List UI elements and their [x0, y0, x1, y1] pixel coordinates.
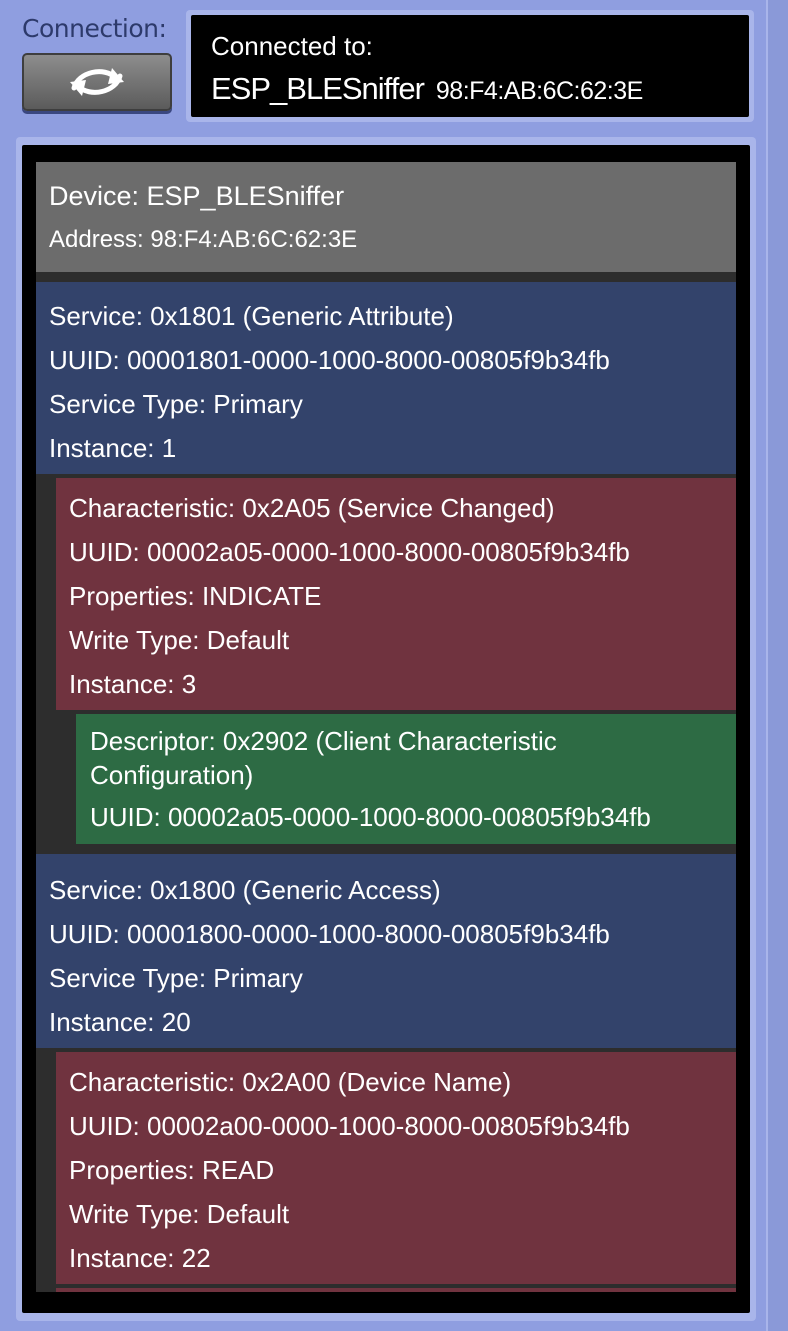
service-type: Service Type: Primary — [49, 963, 303, 993]
characteristic-instance: Instance: 3 — [69, 669, 197, 699]
characteristic-title: Characteristic: 0x2A05 (Service Changed) — [69, 493, 555, 523]
device-address: Address: 98:F4:AB:6C:62:3E — [49, 226, 358, 253]
gatt-list-panel: Device: ESP_BLESniffer Address: 98:F4:AB… — [22, 145, 750, 1313]
connected-device: ESP_BLESniffer 98:F4:AB:6C:62:3E — [211, 71, 643, 107]
service-entry[interactable]: Service: 0x1801 (Generic Attribute) UUID… — [36, 282, 736, 474]
connection-status-title: Connected to: — [211, 31, 373, 61]
descriptor-uuid: UUID: 00002a05-0000-1000-8000-00805f9b34… — [90, 802, 651, 832]
connected-device-name: ESP_BLESniffer — [211, 71, 425, 106]
connected-device-address: 98:F4:AB:6C:62:3E — [435, 77, 643, 105]
characteristic-properties: Properties: READ — [69, 1155, 275, 1185]
service-instance: Instance: 20 — [49, 1007, 191, 1037]
connection-label: Connection: — [22, 14, 167, 43]
characteristic-uuid: UUID: 00002a00-0000-1000-8000-00805f9b34… — [69, 1111, 630, 1141]
service-title: Service: 0x1800 (Generic Access) — [49, 875, 441, 905]
service-type: Service Type: Primary — [49, 389, 303, 419]
service-entry[interactable]: Service: 0x1800 (Generic Access) UUID: 0… — [36, 854, 736, 1048]
device-entry[interactable]: Device: ESP_BLESniffer Address: 98:F4:AB… — [36, 162, 736, 272]
characteristic-uuid: UUID: 00002a05-0000-1000-8000-00805f9b34… — [69, 537, 630, 567]
reconnect-button[interactable] — [22, 53, 172, 111]
connection-status-frame: Connected to: ESP_BLESniffer 98:F4:AB:6C:… — [186, 10, 754, 122]
gatt-list-frame: Device: ESP_BLESniffer Address: 98:F4:AB… — [16, 137, 756, 1321]
device-name: Device: ESP_BLESniffer — [49, 181, 345, 211]
characteristic-write-type: Write Type: Default — [69, 625, 290, 655]
gatt-list[interactable]: Device: ESP_BLESniffer Address: 98:F4:AB… — [36, 162, 736, 1292]
service-uuid: UUID: 00001800-0000-1000-8000-00805f9b34… — [49, 919, 610, 949]
characteristic-properties: Properties: INDICATE — [69, 581, 322, 611]
characteristic-write-type: Write Type: Default — [69, 1199, 290, 1229]
characteristic-entry[interactable]: Characteristic: 0x2A00 (Device Name) UUI… — [56, 1052, 736, 1284]
characteristic-title: Characteristic: 0x2A00 (Device Name) — [69, 1067, 512, 1097]
characteristic-instance: Instance: 22 — [69, 1243, 211, 1273]
connection-status-panel: Connected to: ESP_BLESniffer 98:F4:AB:6C:… — [191, 15, 749, 117]
service-uuid: UUID: 00001801-0000-1000-8000-00805f9b34… — [49, 345, 610, 375]
characteristic-entry-partial[interactable] — [56, 1288, 736, 1292]
descriptor-entry[interactable]: Descriptor: 0x2902 (Client Characteristi… — [76, 714, 736, 844]
window-frame — [766, 0, 788, 1331]
service-instance: Instance: 1 — [49, 433, 177, 463]
refresh-icon — [70, 68, 124, 96]
descriptor-title: Descriptor: 0x2902 (Client Characteristi… — [90, 726, 557, 790]
characteristic-entry[interactable]: Characteristic: 0x2A05 (Service Changed)… — [56, 478, 736, 710]
service-title: Service: 0x1801 (Generic Attribute) — [49, 301, 454, 331]
